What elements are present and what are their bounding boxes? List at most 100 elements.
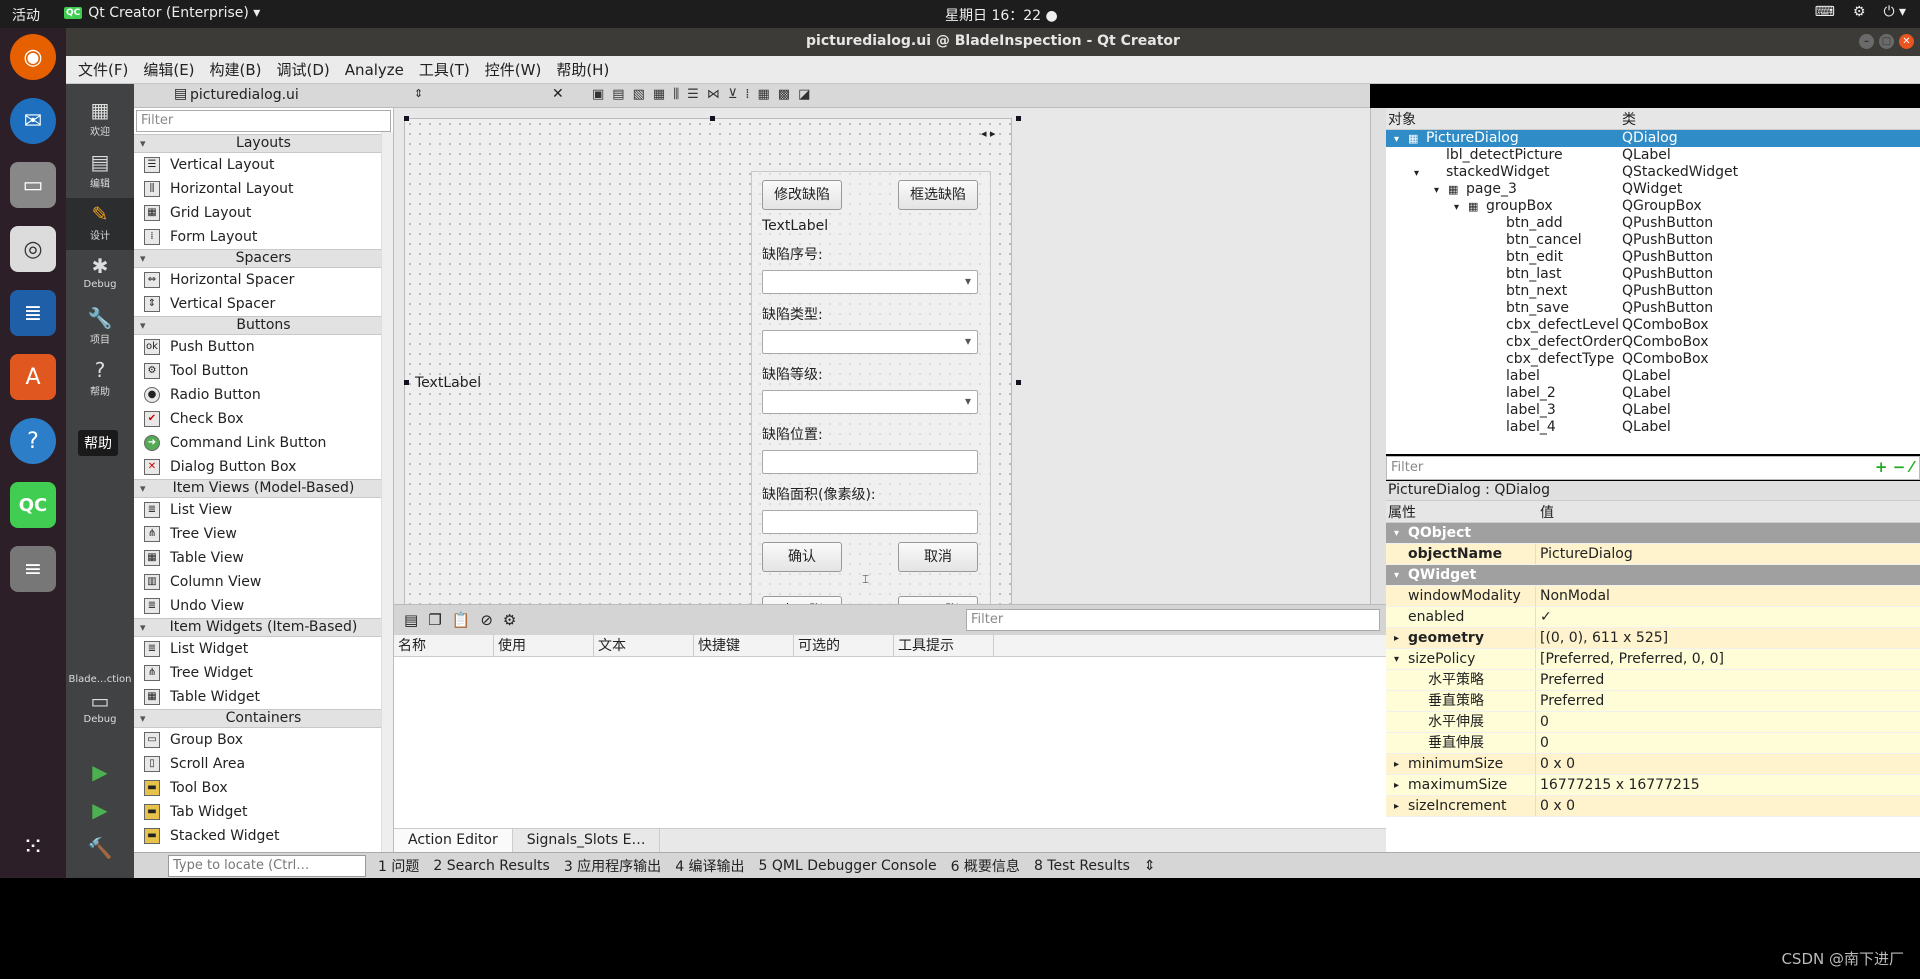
- cbx-defect-order[interactable]: [762, 270, 978, 294]
- widget-item[interactable]: ☰ Vertical Layout: [134, 153, 393, 177]
- menu-edit[interactable]: 编辑(E): [143, 59, 194, 80]
- object-tree-row[interactable]: btn_next QPushButton: [1386, 283, 1920, 300]
- column-tooltip[interactable]: 工具提示: [894, 635, 994, 656]
- stack-nav-arrows[interactable]: ◂ ▸: [981, 127, 996, 140]
- mode-projects[interactable]: 🔧 项目: [66, 302, 134, 354]
- property-row[interactable]: enabled ✓: [1386, 607, 1920, 628]
- layout-v-splitter-icon[interactable]: ⊻: [728, 87, 738, 102]
- widget-item[interactable]: ≣ List View: [134, 498, 393, 522]
- locator-input[interactable]: Type to locate (Ctrl…: [168, 854, 366, 877]
- property-row[interactable]: ▾ QObject: [1386, 523, 1920, 544]
- text-label[interactable]: TextLabel: [762, 218, 828, 234]
- expand-arrow-icon[interactable]: ▾: [1394, 131, 1408, 148]
- column-name[interactable]: 名称: [394, 635, 494, 656]
- resize-handle[interactable]: [1016, 380, 1021, 385]
- expand-arrow-icon[interactable]: ▾: [1414, 165, 1428, 182]
- btn-confirm[interactable]: 确认: [762, 542, 842, 572]
- menu-file[interactable]: 文件(F): [78, 59, 128, 80]
- file-dropdown-icon[interactable]: ⇕: [414, 87, 423, 100]
- widget-item[interactable]: ✔ Check Box: [134, 407, 393, 431]
- object-tree-row[interactable]: label_4 QLabel: [1386, 419, 1920, 436]
- tab-signals-slots[interactable]: Signals_Slots E…: [513, 829, 661, 852]
- widget-item[interactable]: ⚙ Tool Button: [134, 359, 393, 383]
- expand-arrow-icon[interactable]: ▸: [1394, 754, 1399, 775]
- object-tree-row[interactable]: label_3 QLabel: [1386, 402, 1920, 419]
- file-selector[interactable]: picturedialog.ui: [190, 87, 299, 103]
- expand-arrow-icon[interactable]: ▾: [1394, 523, 1399, 544]
- software-center-icon[interactable]: A: [10, 354, 56, 400]
- pane-toggle-icon[interactable]: ⇕: [1144, 858, 1156, 874]
- object-tree-row[interactable]: btn_add QPushButton: [1386, 215, 1920, 232]
- widget-item[interactable]: ▥ Column View: [134, 570, 393, 594]
- property-value[interactable]: 0: [1536, 712, 1549, 733]
- category-item-views[interactable]: Item Views (Model-Based): [134, 479, 393, 498]
- object-tree-row[interactable]: btn_save QPushButton: [1386, 300, 1920, 317]
- mode-edit[interactable]: ▤ 编辑: [66, 146, 134, 198]
- lbl-detect-picture[interactable]: TextLabel: [415, 375, 481, 391]
- category-item-widgets[interactable]: Item Widgets (Item-Based): [134, 618, 393, 637]
- layout-horizontal-icon[interactable]: ⫼: [673, 87, 679, 102]
- writer-icon[interactable]: ≣: [10, 290, 56, 336]
- object-tree-row[interactable]: lbl_detectPicture QLabel: [1386, 147, 1920, 164]
- edit-buddies-icon[interactable]: ▧: [633, 87, 645, 102]
- widget-item[interactable]: ➜ Command Link Button: [134, 431, 393, 455]
- object-tree-row[interactable]: cbx_defectOrder QComboBox: [1386, 334, 1920, 351]
- btn-last[interactable]: 上一张: [762, 596, 842, 604]
- property-row[interactable]: ▸ geometry [(0, 0), 611 x 525]: [1386, 628, 1920, 649]
- widget-box-scrollbar[interactable]: [381, 132, 393, 852]
- property-value[interactable]: 0: [1536, 733, 1549, 754]
- menu-controls[interactable]: 控件(W): [485, 59, 542, 80]
- column-value[interactable]: 值: [1536, 502, 1554, 522]
- object-tree-row[interactable]: btn_edit QPushButton: [1386, 249, 1920, 266]
- btn-next[interactable]: 下一张: [898, 596, 978, 604]
- label-defect-level[interactable]: 缺陷等级:: [762, 364, 823, 384]
- menu-help[interactable]: 帮助(H): [556, 59, 609, 80]
- object-filter-input[interactable]: Filter + − ⁄: [1386, 456, 1920, 480]
- close-file-button[interactable]: ✕: [552, 86, 564, 102]
- edit-defect-area[interactable]: [762, 510, 978, 534]
- layout-grid-icon[interactable]: ▦: [757, 87, 769, 102]
- help-icon[interactable]: ?: [10, 418, 56, 464]
- property-row[interactable]: objectName PictureDialog: [1386, 544, 1920, 565]
- copy-icon[interactable]: ❐: [428, 611, 441, 629]
- menu-debug[interactable]: 调试(D): [277, 59, 330, 80]
- label-defect-position[interactable]: 缺陷位置:: [762, 424, 823, 444]
- pane-issues[interactable]: 1 问题: [378, 856, 419, 876]
- property-value[interactable]: ✓: [1536, 607, 1552, 628]
- btn-cancel[interactable]: 取消: [898, 542, 978, 572]
- layout-vertical-icon[interactable]: ☰: [687, 87, 699, 102]
- kit-selector[interactable]: Blade…ction ▭ Debug: [66, 672, 134, 742]
- property-value[interactable]: NonModal: [1536, 586, 1610, 607]
- edit-tab-order-icon[interactable]: ▦: [653, 87, 665, 102]
- tab-action-editor[interactable]: Action Editor: [394, 829, 513, 852]
- column-used[interactable]: 使用: [494, 635, 594, 656]
- property-row[interactable]: 水平策略 Preferred: [1386, 670, 1920, 691]
- object-tree-row[interactable]: ▾ stackedWidget QStackedWidget: [1386, 164, 1920, 181]
- widget-item[interactable]: ▦ Table View: [134, 546, 393, 570]
- thunderbird-icon[interactable]: ✉: [10, 98, 56, 144]
- maximize-button[interactable]: □: [1879, 34, 1894, 49]
- property-row[interactable]: ▸ minimumSize 0 x 0: [1386, 754, 1920, 775]
- column-object[interactable]: 对象: [1386, 109, 1622, 129]
- resize-handle[interactable]: [404, 116, 409, 121]
- mode-help[interactable]: ? 帮助: [66, 354, 134, 406]
- property-row[interactable]: ▾ sizePolicy [Preferred, Preferred, 0, 0]: [1386, 649, 1920, 670]
- widget-item[interactable]: ⇕ Vertical Spacer: [134, 292, 393, 316]
- widget-item[interactable]: ▬ Tab Widget: [134, 800, 393, 824]
- mode-welcome[interactable]: ▦ 欢迎: [66, 94, 134, 146]
- widget-item[interactable]: ⫼ Horizontal Layout: [134, 177, 393, 201]
- widget-item[interactable]: ▬ Stacked Widget: [134, 824, 393, 848]
- cbx-defect-level[interactable]: [762, 390, 978, 414]
- expand-arrow-icon[interactable]: ▸: [1394, 628, 1399, 649]
- expand-arrow-icon[interactable]: ▾: [1454, 199, 1468, 216]
- minimize-button[interactable]: –: [1859, 34, 1874, 49]
- action-filter-input[interactable]: Filter: [966, 609, 1380, 631]
- mode-design[interactable]: ✎ 设计: [66, 198, 134, 250]
- column-checkable[interactable]: 可选的: [794, 635, 894, 656]
- canvas-scrollbar[interactable]: [1370, 108, 1386, 604]
- break-layout-icon[interactable]: ▩: [778, 87, 790, 102]
- column-text[interactable]: 文本: [594, 635, 694, 656]
- widget-item[interactable]: ≣ Undo View: [134, 594, 393, 618]
- btn-select-defect[interactable]: 框选缺陷: [898, 180, 978, 210]
- label-defect-area[interactable]: 缺陷面积(像素级):: [762, 484, 876, 504]
